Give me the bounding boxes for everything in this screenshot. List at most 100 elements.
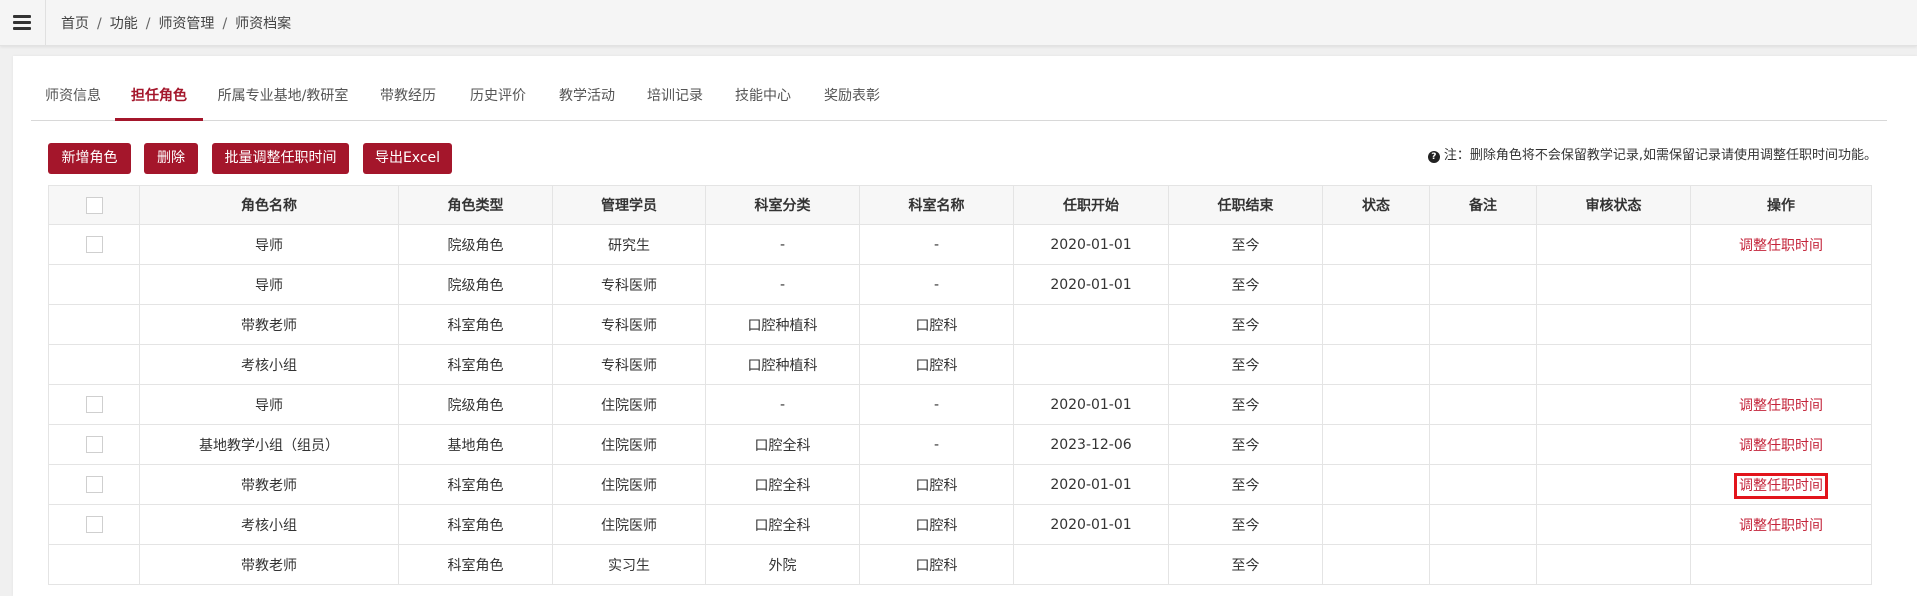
cell-start-date: 2020-01-01	[1013, 224, 1169, 265]
row-checkbox[interactable]	[85, 476, 103, 493]
adjust-term-link[interactable]: 调整任职时间	[1739, 398, 1823, 414]
cell-actions: 调整任职时间	[1690, 424, 1872, 465]
add-role-button[interactable]: 新增角色	[48, 143, 131, 174]
delete-note-text: 注：删除角色将不会保留教学记录,如需保留记录请使用调整任职时间功能。	[1443, 148, 1877, 163]
cell-review-status	[1536, 384, 1691, 425]
cell-role-type: 科室角色	[398, 544, 553, 585]
row-select-cell	[48, 344, 140, 385]
row-select-cell	[48, 544, 140, 585]
breadcrumb-function[interactable]: 功能	[110, 16, 138, 32]
cell-dept-category: 外院	[705, 544, 860, 585]
cell-managed-students: 实习生	[552, 544, 706, 585]
cell-review-status	[1536, 544, 1691, 585]
cell-status	[1322, 304, 1430, 345]
cell-status	[1322, 384, 1430, 425]
cell-dept-name: 口腔科	[859, 304, 1014, 345]
row-select-cell	[48, 424, 140, 465]
table-row: 带教老师 科室角色 住院医师 口腔全科 口腔科 2020-01-01 至今 调整任职时间	[48, 464, 1872, 505]
tab-faculty-info[interactable]: 师资信息	[31, 72, 115, 120]
breadcrumb-faculty-management[interactable]: 师资管理	[158, 16, 214, 32]
table-row: 带教老师 科室角色 专科医师 口腔种植科 口腔科 至今	[48, 304, 1872, 345]
adjust-term-link[interactable]: 调整任职时间	[1739, 438, 1823, 454]
tab-teaching-activities[interactable]: 教学活动	[543, 72, 631, 120]
cell-end-date: 至今	[1168, 504, 1323, 545]
adjust-term-link[interactable]: 调整任职时间	[1739, 238, 1823, 254]
delete-note: ? 注：删除角色将不会保留教学记录,如需保留记录请使用调整任职时间功能。	[1427, 144, 1877, 163]
cell-role-name: 基地教学小组（组员）	[139, 424, 399, 465]
cell-dept-category: 口腔种植科	[705, 344, 860, 385]
header-status: 状态	[1322, 185, 1430, 225]
cell-remarks	[1429, 544, 1537, 585]
cell-dept-name: 口腔科	[859, 544, 1014, 585]
tab-awards[interactable]: 奖励表彰	[807, 72, 897, 120]
row-checkbox[interactable]	[85, 236, 103, 253]
cell-dept-name: -	[859, 224, 1014, 265]
cell-remarks	[1429, 304, 1537, 345]
table-row: 导师 院级角色 住院医师 - -2020-01-01 至今 调整任职时间	[48, 384, 1872, 425]
cell-review-status	[1536, 464, 1691, 505]
cell-remarks	[1429, 384, 1537, 425]
cell-end-date: 至今	[1168, 344, 1323, 385]
cell-remarks	[1429, 504, 1537, 545]
table-row: 导师 院级角色 研究生 - -2020-01-01 至今 调整任职时间	[48, 224, 1872, 265]
delete-button[interactable]: 删除	[144, 143, 198, 174]
cell-managed-students: 住院医师	[552, 504, 706, 545]
cell-dept-category: 口腔种植科	[705, 304, 860, 345]
cell-actions	[1690, 544, 1872, 585]
table-header-row: 角色名称 角色类型 管理学员 科室分类 科室名称 任职开始 任职结束 状态 备注…	[48, 185, 1872, 225]
export-excel-button[interactable]: 导出Excel	[363, 143, 452, 174]
breadcrumb-home[interactable]: 首页	[61, 16, 89, 32]
cell-role-type: 科室角色	[398, 504, 553, 545]
cell-remarks	[1429, 264, 1537, 305]
tab-teaching-experience[interactable]: 带教经历	[363, 72, 453, 120]
adjust-term-link[interactable]: 调整任职时间	[1734, 472, 1828, 499]
tab-skills-center[interactable]: 技能中心	[719, 72, 807, 120]
adjust-term-link[interactable]: 调整任职时间	[1739, 518, 1823, 534]
cell-role-type: 院级角色	[398, 224, 553, 265]
header-end-date: 任职结束	[1168, 185, 1323, 225]
tab-training-records[interactable]: 培训记录	[631, 72, 719, 120]
cell-managed-students: 研究生	[552, 224, 706, 265]
cell-start-date	[1013, 544, 1169, 585]
cell-role-name: 导师	[139, 384, 399, 425]
cell-start-date: 2020-01-01	[1013, 384, 1169, 425]
row-checkbox[interactable]	[85, 396, 103, 413]
tab-base-office[interactable]: 所属专业基地/教研室	[203, 72, 363, 120]
cell-role-type: 院级角色	[398, 264, 553, 305]
tab-roles[interactable]: 担任角色	[115, 72, 203, 121]
main-card: 师资信息 担任角色 所属专业基地/教研室 带教经历 历史评价 教学活动 培训记录…	[13, 56, 1917, 596]
row-checkbox[interactable]	[85, 516, 103, 533]
header-actions: 操作	[1690, 185, 1872, 225]
cell-role-name: 导师	[139, 264, 399, 305]
select-all-checkbox[interactable]	[85, 196, 103, 214]
breadcrumb: 首页 / 功能 / 师资管理 / 师资档案	[61, 16, 292, 32]
cell-end-date: 至今	[1168, 464, 1323, 505]
cell-dept-category: -	[705, 384, 860, 425]
cell-role-name: 带教老师	[139, 304, 399, 345]
cell-end-date: 至今	[1168, 424, 1323, 465]
row-select-cell	[48, 304, 140, 345]
cell-dept-name: -	[859, 264, 1014, 305]
cell-remarks	[1429, 344, 1537, 385]
cell-end-date: 至今	[1168, 384, 1323, 425]
hamburger-menu-icon[interactable]	[0, 0, 46, 45]
row-checkbox[interactable]	[85, 436, 103, 453]
cell-dept-name: 口腔科	[859, 344, 1014, 385]
cell-managed-students: 住院医师	[552, 384, 706, 425]
row-select-cell	[48, 224, 140, 265]
batch-adjust-time-button[interactable]: 批量调整任职时间	[212, 143, 349, 174]
top-bar: 首页 / 功能 / 师资管理 / 师资档案	[0, 0, 1917, 46]
cell-remarks	[1429, 424, 1537, 465]
cell-remarks	[1429, 464, 1537, 505]
cell-role-type: 基地角色	[398, 424, 553, 465]
cell-status	[1322, 544, 1430, 585]
header-dept-name: 科室名称	[859, 185, 1014, 225]
header-remarks: 备注	[1429, 185, 1537, 225]
cell-end-date: 至今	[1168, 304, 1323, 345]
cell-dept-category: -	[705, 224, 860, 265]
cell-dept-category: 口腔全科	[705, 464, 860, 505]
tab-history-evaluation[interactable]: 历史评价	[453, 72, 543, 120]
cell-review-status	[1536, 344, 1691, 385]
cell-end-date: 至今	[1168, 224, 1323, 265]
cell-end-date: 至今	[1168, 544, 1323, 585]
